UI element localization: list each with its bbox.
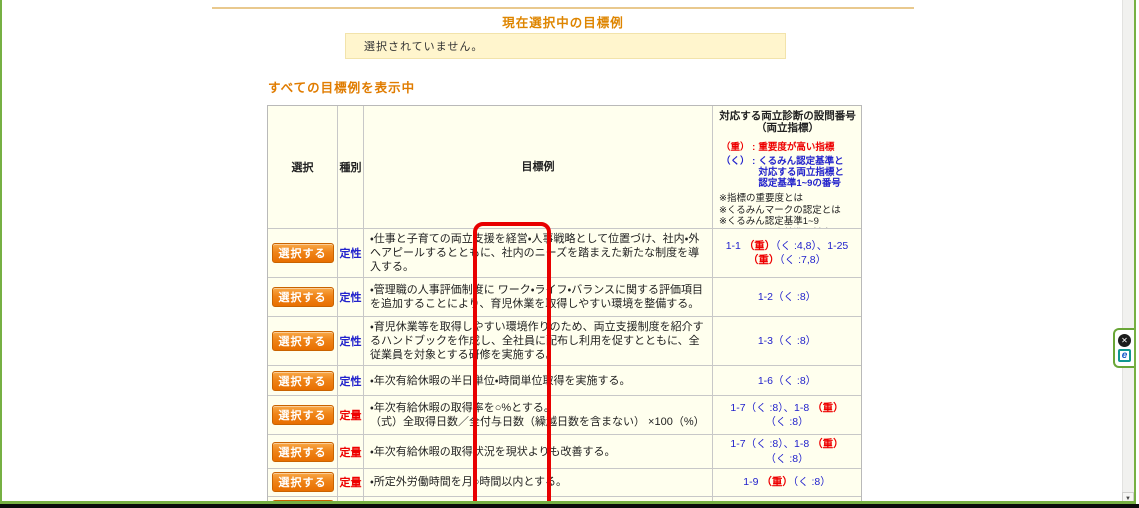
table-row: 選択する 定性 ・仕事と子育ての両立支援を経営・人事戦略として位置づけ、社内・外… (268, 229, 861, 278)
question-numbers: 1-1 （重）（く :4,8）、1-25 （重）（く :7,8） (713, 229, 861, 277)
select-button[interactable]: 選択する (272, 371, 334, 391)
question-numbers: 1-9 （重）（く :8） (713, 469, 861, 496)
column-header-goal: 目標例 (364, 106, 713, 228)
type-label: 定性 (338, 278, 364, 316)
browser-viewport: 現在選択中の目標例 選択されていません。 すべての目標例を表示中 選択 種別 目… (0, 0, 1139, 508)
qnum-header-subtitle: （両立指標） (717, 122, 858, 134)
list-status-label: すべての目標例を表示中 (268, 77, 415, 96)
question-numbers: 1-7（く :8）、1-8 （重）（く :8） (713, 435, 861, 467)
column-header-type: 種別 (338, 106, 364, 228)
frame-bottom-black-strip (0, 504, 1139, 508)
select-button[interactable]: 選択する (272, 243, 334, 263)
table-row: 選択する 定性 ・育児休業等を取得しやすい環境作りのため、両立支援制度を紹介する… (268, 317, 861, 366)
goal-text: ・仕事と子育ての両立支援を経営・人事戦略として位置づけ、社内・外へアピールすると… (364, 229, 713, 277)
vertical-scrollbar[interactable] (1122, 0, 1134, 508)
note-link-kurumin-criteria[interactable]: ※くるみん認定基準1~9 (719, 216, 858, 228)
select-cell: 選択する (268, 317, 338, 365)
goal-text: ・年次有給休暇の取得状況を現状よりも改善する。 (364, 435, 713, 467)
select-button[interactable]: 選択する (272, 331, 334, 351)
select-cell: 選択する (268, 278, 338, 316)
goal-text: ・育児休業等を取得しやすい環境作りのため、両立支援制度を紹介するハンドブックを作… (364, 317, 713, 365)
select-cell: 選択する (268, 396, 338, 434)
goal-text: ・年次有給休暇の取得率を○%とする。 （式）全取得日数／全付与日数（繰越日数を含… (364, 396, 713, 434)
note-link-kurumin-mark[interactable]: ※くるみんマークの認定とは (719, 205, 858, 217)
type-label: 定性 (338, 366, 364, 395)
browser-e-icon[interactable]: e (1118, 349, 1131, 362)
note-link-kurumin-indicator[interactable]: ※くるみん認定基準と対応する両立指標とは (719, 228, 858, 229)
column-header-question-number: 対応する両立診断の設問番号 （両立指標） （重） : 重要度が高い指標 （く） … (713, 106, 861, 228)
type-label: 定量 (338, 469, 364, 496)
close-icon[interactable]: ✕ (1118, 334, 1131, 347)
type-label: 定性 (338, 317, 364, 365)
legend-important-indicator: （重） : 重要度が高い指標 (717, 142, 858, 153)
select-button[interactable]: 選択する (272, 287, 334, 307)
question-numbers: 1-7（く :8）、1-8 （重）（く :8） (713, 396, 861, 434)
goal-table: 選択 種別 目標例 対応する両立診断の設問番号 （両立指標） （重） : 重要度… (267, 105, 862, 508)
goal-text: ・所定外労働時間を月○時間以内とする。 (364, 469, 713, 496)
question-numbers: 1-3（く :8） (713, 317, 861, 365)
select-cell: 選択する (268, 469, 338, 496)
table-row: 選択する 定量 ・年次有給休暇の取得状況を現状よりも改善する。 1-7（く :8… (268, 435, 861, 468)
current-selection-box: 選択されていません。 (345, 33, 786, 59)
goal-text: ・年次有給休暇の半日単位・時間単位取得を実施する。 (364, 366, 713, 395)
side-overlay-flyout: ✕ e (1113, 328, 1134, 368)
legend-notes: ※指標の重要度とは ※くるみんマークの認定とは ※くるみん認定基準1~9 ※くる… (717, 193, 858, 228)
note-link-importance[interactable]: ※指標の重要度とは (719, 193, 858, 205)
frame-border-left (0, 0, 2, 508)
table-body: 選択する 定性 ・仕事と子育ての両立支援を経営・人事戦略として位置づけ、社内・外… (268, 229, 861, 508)
select-cell: 選択する (268, 366, 338, 395)
page-title: 現在選択中の目標例 (212, 12, 914, 31)
frame-border-right (1134, 0, 1136, 508)
table-header-row: 選択 種別 目標例 対応する両立診断の設問番号 （両立指標） （重） : 重要度… (268, 106, 861, 229)
select-cell: 選択する (268, 229, 338, 277)
page-content: 現在選択中の目標例 選択されていません。 すべての目標例を表示中 選択 種別 目… (212, 0, 914, 508)
qnum-header-title: 対応する両立診断の設問番号 (717, 110, 858, 122)
type-label: 定性 (338, 229, 364, 277)
select-button[interactable]: 選択する (272, 405, 334, 425)
header-divider (212, 7, 914, 9)
question-numbers: 1-6（く :8） (713, 366, 861, 395)
legend-kurumin: （く） : くるみん認定基準と 対応する両立指標と 認定基準1~9の番号 (717, 156, 858, 189)
table-row: 選択する 定性 ・管理職の人事評価制度に ワーク・ライフ・バランスに関する評価項… (268, 278, 861, 317)
goal-text: ・管理職の人事評価制度に ワーク・ライフ・バランスに関する評価項目を追加すること… (364, 278, 713, 316)
table-row: 選択する 定量 ・年次有給休暇の取得率を○%とする。 （式）全取得日数／全付与日… (268, 396, 861, 435)
question-numbers: 1-2（く :8） (713, 278, 861, 316)
empty-selection-message: 選択されていません。 (346, 38, 483, 54)
type-label: 定量 (338, 396, 364, 434)
column-header-select: 選択 (268, 106, 338, 228)
table-row: 選択する 定量 ・所定外労働時間を月○時間以内とする。 1-9 （重）（く :8… (268, 469, 861, 497)
select-button[interactable]: 選択する (272, 472, 334, 492)
select-cell: 選択する (268, 435, 338, 467)
select-button[interactable]: 選択する (272, 442, 334, 462)
table-row: 選択する 定性 ・年次有給休暇の半日単位・時間単位取得を実施する。 1-6（く … (268, 366, 861, 396)
type-label: 定量 (338, 435, 364, 467)
